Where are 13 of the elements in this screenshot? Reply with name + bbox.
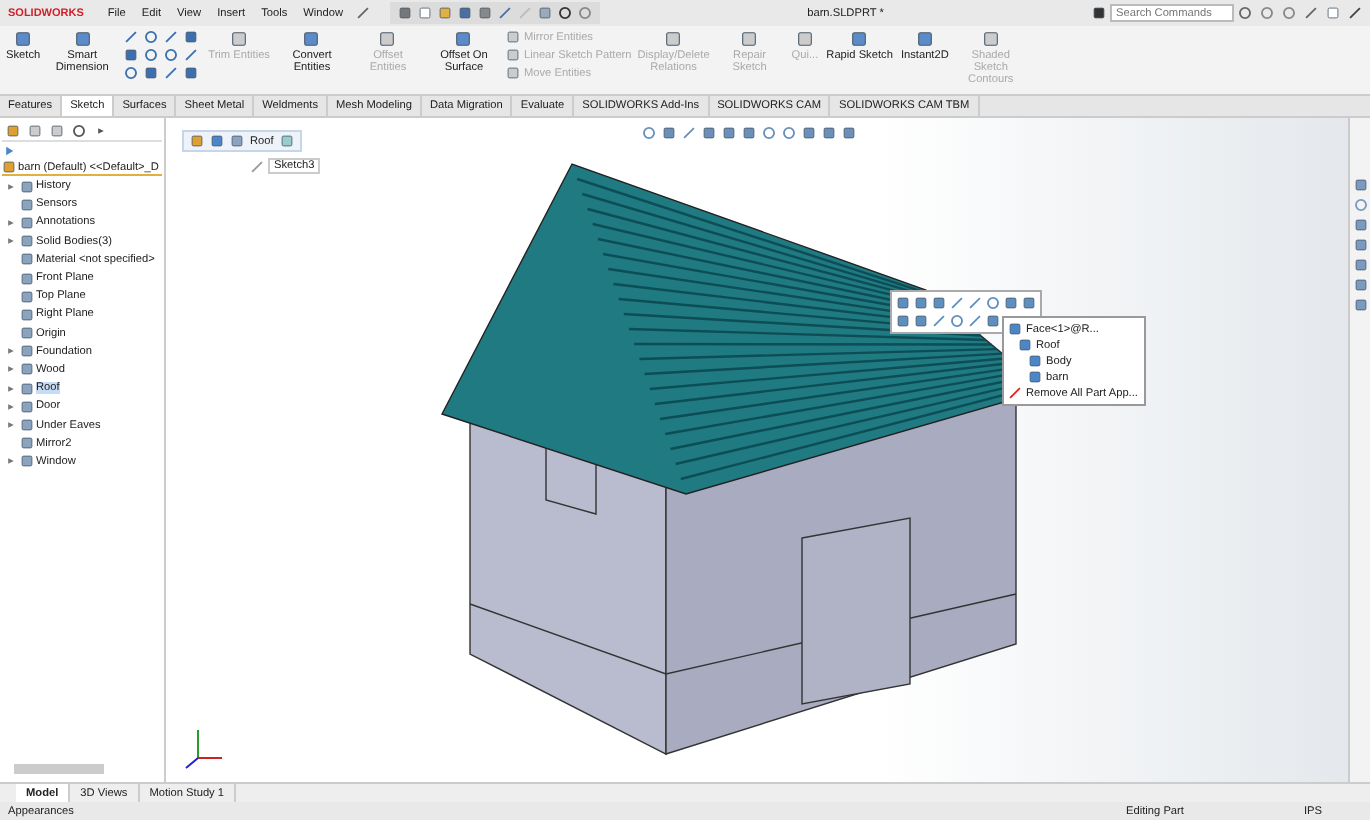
tool-icon[interactable] (850, 30, 869, 48)
filter-icon[interactable] (2, 144, 16, 158)
axis-triad-icon (185, 729, 223, 769)
tool-icon[interactable] (454, 30, 473, 48)
tool-icon[interactable] (302, 30, 321, 48)
caret-icon[interactable] (4, 179, 18, 194)
tool-icon[interactable] (73, 30, 92, 48)
caret-icon[interactable] (4, 454, 18, 469)
minimize-icon[interactable] (1304, 6, 1318, 20)
tool-icon[interactable] (14, 30, 33, 48)
tool-icon[interactable] (915, 30, 934, 48)
scrollbar[interactable] (14, 764, 104, 774)
next-icon[interactable] (94, 124, 108, 138)
